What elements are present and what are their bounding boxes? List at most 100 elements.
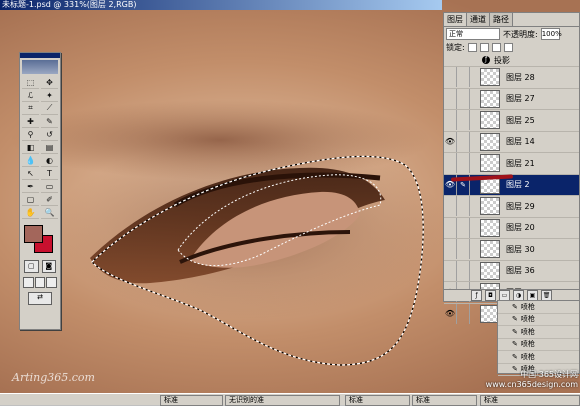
visibility-eye-icon[interactable]: [444, 196, 457, 217]
canvas-watermark: Arting365.com: [12, 371, 95, 384]
zoom-icon[interactable]: 🔍: [41, 206, 58, 219]
layer-name: 图层 30: [506, 244, 535, 254]
pen-icon[interactable]: ✒: [22, 180, 39, 193]
link-slot[interactable]: [457, 196, 470, 217]
taskbar-button[interactable]: 标准: [412, 395, 477, 406]
history-item[interactable]: ✎ 喷枪: [498, 326, 579, 339]
layer-thumbnail: [480, 218, 500, 237]
lasso-icon[interactable]: ℒ: [22, 89, 39, 102]
site-watermark: 中国·365设计网 www.cn365design.com: [470, 370, 578, 390]
path-select-icon[interactable]: ↖: [22, 167, 39, 180]
document-title-bar[interactable]: 未标题-1.psd @ 331%(图层 2,RGB): [0, 0, 442, 10]
visibility-eye-icon[interactable]: 👁: [444, 131, 457, 152]
layer-row[interactable]: 图层 25: [444, 109, 579, 131]
history-brush-icon[interactable]: ↺: [41, 128, 58, 141]
layer-row[interactable]: 图层 36: [444, 259, 579, 282]
layer-row[interactable]: 图层 21: [444, 152, 579, 174]
lock-position-checkbox[interactable]: [491, 43, 501, 52]
layer-row[interactable]: 图层 28: [444, 66, 579, 88]
history-item[interactable]: ✎ 喷枪: [498, 314, 579, 326]
layer-thumbnail: [480, 132, 500, 151]
hand-icon[interactable]: ✋: [22, 206, 39, 219]
quickmask-mode-icon[interactable]: ◙: [41, 260, 56, 273]
visibility-eye-icon[interactable]: [444, 260, 457, 281]
link-slot[interactable]: [457, 88, 470, 109]
blur-icon[interactable]: 💧: [22, 154, 39, 167]
layer-name: 图层 28: [506, 72, 535, 82]
foreground-color-swatch[interactable]: [24, 225, 43, 243]
visibility-eye-icon[interactable]: 👁: [444, 303, 457, 324]
gradient-icon[interactable]: ▤: [41, 141, 58, 154]
site-watermark-line1: 中国·365设计网: [520, 370, 578, 379]
lock-transparency-checkbox[interactable]: [467, 43, 477, 52]
link-slot[interactable]: [457, 131, 470, 152]
link-slot[interactable]: [457, 260, 470, 281]
slice-icon[interactable]: ⟋: [41, 102, 58, 115]
screen-mode-full-menu-icon[interactable]: [34, 277, 46, 288]
type-icon[interactable]: T: [41, 167, 58, 180]
opacity-input[interactable]: 100%: [540, 28, 562, 40]
taskbar-button[interactable]: 标准: [480, 395, 580, 406]
notes-icon[interactable]: ▢: [22, 193, 39, 206]
eraser-icon[interactable]: ◧: [22, 141, 39, 154]
layer-row[interactable]: 图层 29: [444, 195, 579, 217]
blend-mode-select[interactable]: 正常: [446, 28, 500, 40]
taskbar-button[interactable]: 无识别的准: [225, 395, 340, 406]
link-slot[interactable]: [457, 217, 470, 238]
clone-stamp-icon[interactable]: ⚲: [22, 128, 39, 141]
magic-wand-icon[interactable]: ✦: [41, 89, 58, 102]
tool-grid: ⬚ ✥ ℒ ✦ ⌗ ⟋ ✚ ✎ ⚲ ↺ ◧ ▤ 💧 ◐ ↖ T ✒ ▭ ▢ ✐ ✋ 🔍: [20, 76, 60, 219]
tab-paths[interactable]: 路径: [490, 13, 513, 26]
crop-icon[interactable]: ⌗: [22, 102, 39, 115]
visibility-eye-icon[interactable]: [444, 67, 457, 88]
visibility-eye-icon[interactable]: [444, 239, 457, 260]
visibility-eye-icon[interactable]: [444, 110, 457, 131]
layer-row[interactable]: 图层 20: [444, 216, 579, 239]
link-slot[interactable]: [457, 110, 470, 131]
link-slot[interactable]: [457, 153, 470, 174]
link-slot[interactable]: [457, 67, 470, 88]
layer-options: 正常 不透明度: 100%: [444, 27, 579, 41]
layer-name: 图层 27: [506, 94, 535, 104]
layer-row[interactable]: 图层 30: [444, 238, 579, 260]
link-slot[interactable]: [457, 303, 470, 324]
visibility-eye-icon[interactable]: [444, 88, 457, 109]
lock-image-checkbox[interactable]: [479, 43, 489, 52]
standard-mode-icon[interactable]: ▢: [24, 260, 39, 273]
screen-mode-full-icon[interactable]: [46, 277, 58, 288]
airbrush-icon: ✎: [512, 302, 518, 311]
shape-icon[interactable]: ▭: [41, 180, 58, 193]
dodge-icon[interactable]: ◐: [41, 154, 58, 167]
history-item[interactable]: ✎ 喷枪: [498, 351, 579, 364]
add-style-icon[interactable]: ƒ: [471, 290, 482, 301]
visibility-eye-icon[interactable]: [444, 153, 457, 174]
link-slot[interactable]: [457, 239, 470, 260]
tab-channels[interactable]: 通道: [467, 13, 490, 26]
history-item[interactable]: ✎ 喷枪: [498, 339, 579, 351]
tab-layers[interactable]: 图层: [444, 13, 467, 26]
opacity-label: 不透明度:: [503, 29, 538, 39]
layer-name: 图层 21: [506, 158, 535, 168]
eyedropper-icon[interactable]: ✐: [41, 193, 58, 206]
add-mask-icon[interactable]: ◘: [485, 290, 496, 301]
layer-thumbnail: [480, 197, 500, 216]
layer-row[interactable]: 图层 27: [444, 87, 579, 110]
adobe-online-icon[interactable]: [22, 60, 58, 74]
jump-to-imageready-icon[interactable]: ⇄: [28, 292, 52, 305]
airbrush-icon: ✎: [512, 315, 518, 324]
lock-all-checkbox[interactable]: [503, 43, 513, 52]
toolbox-title-bar[interactable]: [20, 53, 60, 58]
taskbar-button[interactable]: 标准: [345, 395, 410, 406]
visibility-eye-icon[interactable]: [444, 217, 457, 238]
layer-thumbnail: [480, 89, 500, 108]
healing-brush-icon[interactable]: ✚: [22, 115, 39, 128]
move-icon[interactable]: ✥: [41, 76, 58, 89]
layers-palette: 图层 通道 路径 正常 不透明度: 100% 锁定: ƒ 投影 图层 28 图层 …: [443, 12, 580, 324]
layer-row[interactable]: 👁 图层 14: [444, 130, 579, 153]
history-item[interactable]: ✎ 喷枪: [498, 301, 579, 314]
marquee-icon[interactable]: ⬚: [22, 76, 39, 89]
brush-icon[interactable]: ✎: [41, 115, 58, 128]
taskbar-button[interactable]: 标准: [160, 395, 223, 406]
layer-effect-drop-shadow[interactable]: ƒ 投影: [444, 54, 579, 66]
screen-mode-standard-icon[interactable]: [23, 277, 34, 288]
